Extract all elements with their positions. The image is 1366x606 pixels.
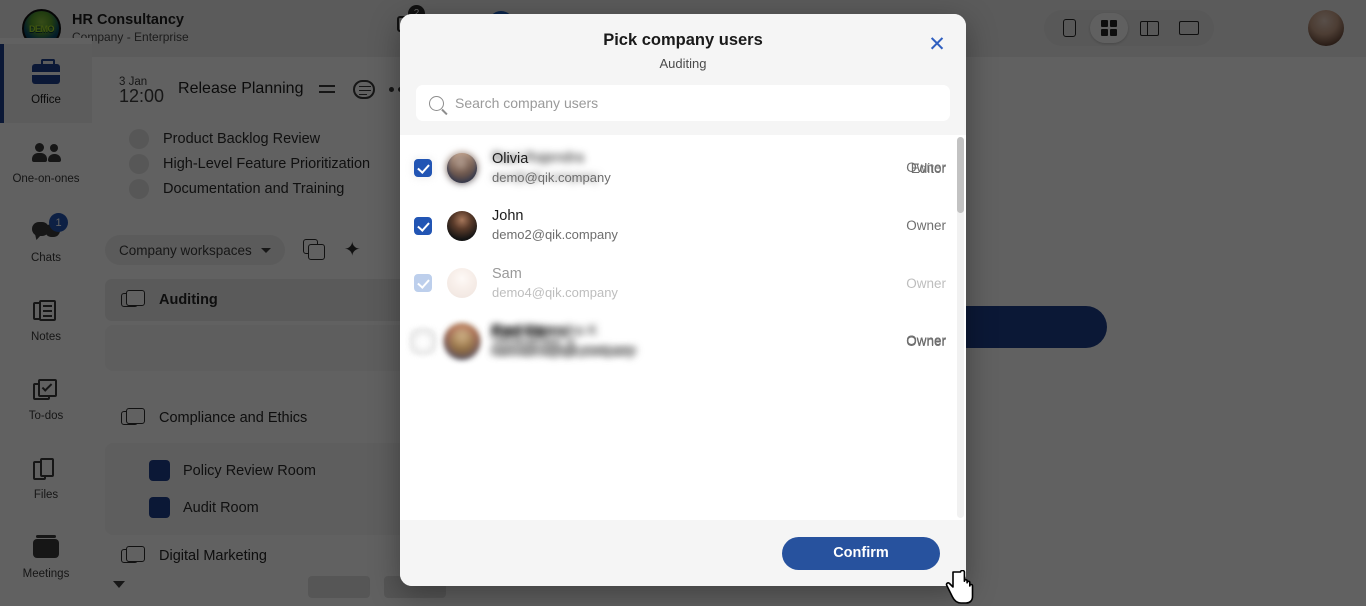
user-name: John xyxy=(492,208,524,225)
user-row[interactable]: Venkatram V xyxy=(400,314,966,372)
user-role: Owner xyxy=(906,275,946,291)
dialog-title: Pick company users xyxy=(603,31,763,49)
user-email: demo4@qik.company xyxy=(492,284,618,300)
search-input[interactable]: Search company users xyxy=(416,85,950,121)
user-row: Sam demo4@qik.company Owner xyxy=(400,255,966,313)
user-checkbox[interactable] xyxy=(414,333,432,352)
user-email: demo2@qik.company xyxy=(492,227,618,243)
mouse-cursor xyxy=(945,570,974,604)
confirm-button[interactable]: Confirm xyxy=(782,536,940,570)
avatar xyxy=(447,152,477,183)
close-icon[interactable]: ✕ xyxy=(922,29,952,59)
user-checkbox[interactable] xyxy=(414,216,432,235)
user-role: Owner xyxy=(906,218,946,234)
user-list[interactable]: Ravi Rajendra ravi@qik.company Owner Oli… xyxy=(400,135,966,520)
user-name: Venkatram V xyxy=(492,333,576,350)
user-row[interactable]: Ravi Rajendra ravi@qik.company xyxy=(400,139,966,197)
search-placeholder: Search company users xyxy=(455,95,599,111)
avatar xyxy=(447,327,477,358)
user-name: Ravi Rajendra xyxy=(492,150,584,167)
user-name: Sam xyxy=(492,265,522,282)
user-email: ravi@qik.company xyxy=(492,169,600,185)
avatar xyxy=(447,210,477,241)
user-checkbox xyxy=(414,274,432,293)
screen: DEMO HR Consultancy Company - Enterprise… xyxy=(0,0,1366,606)
dialog-footer: Confirm xyxy=(400,520,966,586)
search-icon xyxy=(429,95,444,111)
user-checkbox[interactable] xyxy=(414,159,432,178)
user-role: Owner xyxy=(906,159,946,175)
user-row[interactable]: John demo2@qik.company Owner xyxy=(400,197,966,255)
scrollbar-thumb[interactable] xyxy=(957,137,964,213)
list-scrollbar[interactable] xyxy=(957,137,964,518)
avatar xyxy=(447,268,477,299)
pick-company-users-dialog: Pick company users Auditing ✕ Search com… xyxy=(400,14,966,586)
dialog-header: Pick company users Auditing ✕ Search com… xyxy=(400,14,966,135)
dialog-subtitle: Auditing xyxy=(659,56,707,71)
